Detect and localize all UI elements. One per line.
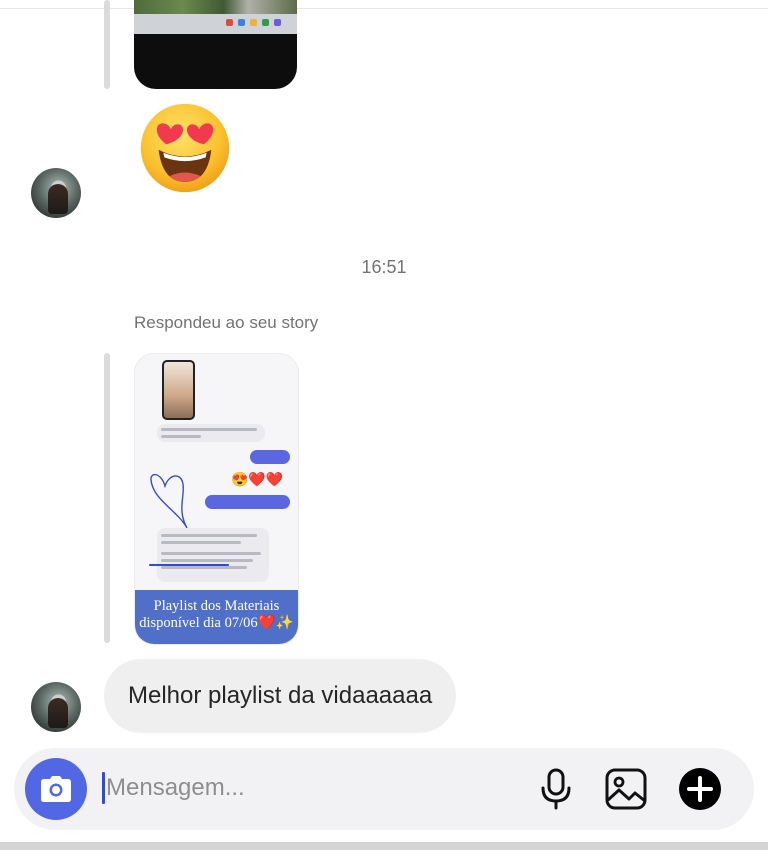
story-text-line <box>161 559 253 562</box>
gallery-icon <box>605 768 647 810</box>
contact-avatar[interactable] <box>31 168 81 218</box>
camera-button[interactable] <box>25 758 87 820</box>
story-sent-pill <box>250 450 290 464</box>
story-chat-bubble <box>157 424 265 442</box>
taskbar-app-icon <box>274 19 281 26</box>
more-options-button[interactable] <box>677 766 723 812</box>
incoming-message-bubble[interactable]: Melhor playlist da vidaaaaaa <box>104 659 457 733</box>
taskbar-app-icon <box>238 19 245 26</box>
reply-indicator-bar <box>104 353 110 643</box>
microphone-button[interactable] <box>533 766 579 812</box>
contact-avatar[interactable] <box>31 682 81 732</box>
gallery-button[interactable] <box>603 766 649 812</box>
story-banner-line2: disponível dia 07/06❤️✨ <box>139 615 294 631</box>
heart-eyes-emoji[interactable] <box>138 101 232 195</box>
story-banner: Playlist dos Materiais disponível dia 07… <box>135 590 298 644</box>
taskbar-app-icon <box>226 19 233 26</box>
message-input[interactable] <box>106 770 526 806</box>
message-timestamp: 16:51 <box>361 257 407 277</box>
story-underline <box>149 564 229 566</box>
story-heart-doodle <box>150 473 188 529</box>
shared-media-thumbnail[interactable] <box>134 0 297 89</box>
avatar-silhouette <box>48 698 68 728</box>
plus-icon <box>679 768 721 810</box>
story-text-line <box>161 534 257 537</box>
story-sent-pill <box>205 495 290 509</box>
top-divider <box>0 8 768 9</box>
thumbnail-landscape <box>134 0 297 14</box>
reply-indicator-bar <box>104 0 110 89</box>
story-text-line <box>161 541 241 544</box>
story-emoji-row: 😍❤️❤️ <box>231 471 284 487</box>
story-reply-caption: Respondeu ao seu story <box>134 313 319 332</box>
microphone-icon <box>541 768 571 810</box>
story-text-line <box>161 552 261 555</box>
text-caret <box>102 772 105 804</box>
story-phone-image <box>162 360 195 420</box>
thumbnail-taskbar <box>134 14 297 34</box>
taskbar-app-icon <box>262 19 269 26</box>
avatar-silhouette <box>48 184 68 214</box>
message-composer <box>14 748 754 830</box>
story-banner-line1: Playlist dos Materiais <box>153 598 280 614</box>
story-text-line <box>161 435 201 438</box>
taskbar-app-icon <box>250 19 257 26</box>
bottom-edge <box>0 842 768 850</box>
story-preview-card[interactable]: 😍❤️❤️ Playlist dos Materiais disponível … <box>134 353 299 645</box>
camera-icon <box>41 776 71 802</box>
story-text-line <box>161 566 247 569</box>
story-text-line <box>161 428 257 431</box>
